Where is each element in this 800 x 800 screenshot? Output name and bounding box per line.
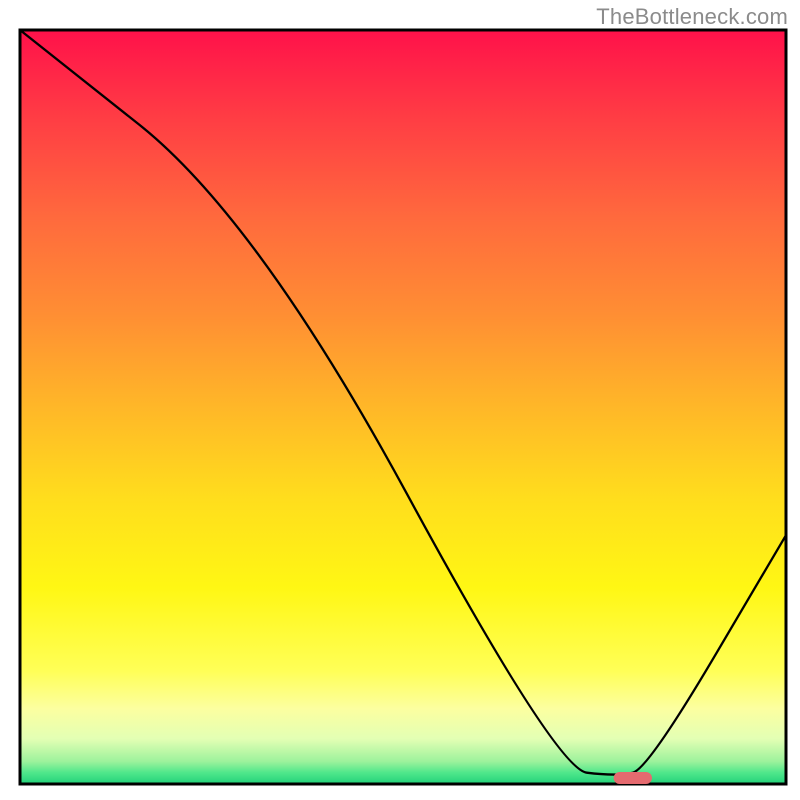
optimum-marker	[614, 772, 652, 784]
chart-stage: TheBottleneck.com	[0, 0, 800, 800]
plot-area	[20, 30, 786, 784]
bottleneck-chart	[0, 0, 800, 800]
